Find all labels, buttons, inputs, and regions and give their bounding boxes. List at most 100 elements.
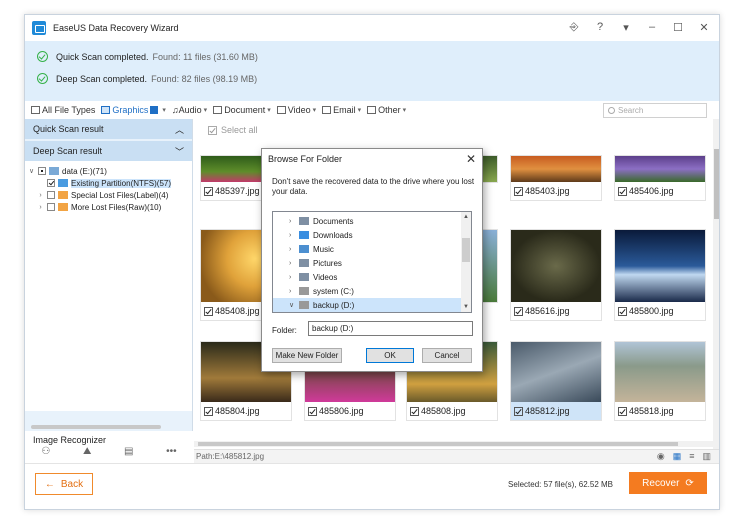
chevron-down-icon[interactable]: ▾	[267, 106, 271, 114]
expand-arrow-icon[interactable]: ›	[36, 192, 45, 199]
expand-arrow-icon[interactable]: ›	[289, 274, 299, 281]
scrollbar-thumb[interactable]	[714, 149, 719, 219]
file-thumbnail[interactable]: 485406.jpg	[614, 155, 706, 201]
back-button[interactable]: ← Back	[35, 473, 93, 495]
grid-horizontal-scrollbar[interactable]	[194, 441, 713, 447]
chevron-down-icon[interactable]: ▾	[204, 106, 208, 114]
title-bar-buttons: ⎆ ? ▾ – ☐ ✕	[567, 19, 711, 35]
file-checkbox[interactable]	[618, 306, 627, 316]
expand-arrow-icon[interactable]: ›	[36, 204, 45, 211]
chevron-down-icon[interactable]: ▾	[162, 106, 166, 114]
file-checkbox[interactable]	[514, 406, 523, 416]
tree-item-special-lost-files[interactable]: › Special Lost Files(Label)(4)	[27, 189, 192, 201]
list-view-icon[interactable]: ≡	[689, 451, 694, 462]
folder-item-videos[interactable]: › Videos	[273, 270, 471, 284]
file-checkbox[interactable]	[514, 306, 523, 316]
file-checkbox[interactable]	[204, 186, 213, 196]
expand-arrow-icon[interactable]: ›	[289, 232, 299, 239]
expand-arrow-icon[interactable]: ›	[289, 246, 299, 253]
scroll-down-icon[interactable]: ▼	[463, 304, 469, 310]
ok-button[interactable]: OK	[366, 348, 414, 363]
chevron-down-icon[interactable]: ▾	[313, 106, 317, 114]
file-checkbox[interactable]	[410, 406, 419, 416]
file-thumbnail[interactable]: 485800.jpg	[614, 229, 706, 321]
person-icon[interactable]: ⚇	[41, 446, 50, 457]
make-new-folder-button[interactable]: Make New Folder	[272, 348, 342, 363]
sign-in-icon[interactable]: ⎆	[567, 19, 581, 35]
scrollbar-thumb[interactable]	[198, 442, 678, 446]
music-note-icon	[299, 245, 309, 253]
sidebar-horizontal-scrollbar[interactable]	[31, 425, 161, 429]
filter-all-file-types[interactable]: All File Types	[31, 105, 95, 115]
landscape-icon[interactable]: ⛰	[83, 446, 91, 457]
tree-item-more-lost-files[interactable]: › More Lost Files(Raw)(10)	[27, 201, 192, 213]
deep-scan-result-header[interactable]: Deep Scan result ﹀	[25, 141, 192, 161]
folder-input[interactable]: backup (D:)	[308, 321, 473, 336]
tree-item-existing-partition[interactable]: Existing Partition(NTFS)(57)	[27, 177, 192, 189]
more-options-icon[interactable]: •••	[166, 446, 177, 457]
tree-checkbox[interactable]	[47, 191, 55, 199]
file-thumbnail-selected[interactable]: 485812.jpg	[510, 341, 602, 421]
close-icon[interactable]: ✕	[697, 19, 711, 35]
filter-video[interactable]: Video ▾	[276, 105, 317, 115]
filter-audio[interactable]: ♫ Audio ▾	[172, 105, 207, 115]
expand-arrow-icon[interactable]: ∨	[27, 167, 36, 175]
file-checkbox[interactable]	[618, 186, 627, 196]
file-checkbox[interactable]	[618, 406, 627, 416]
collapse-arrow-icon[interactable]: ∨	[289, 301, 299, 309]
graphics-checkbox[interactable]	[150, 106, 159, 114]
deep-scan-label: Deep Scan completed.	[56, 73, 148, 84]
chevron-down-icon[interactable]: ﹀	[175, 145, 184, 158]
window-title: EaseUS Data Recovery Wizard	[53, 23, 179, 33]
search-input[interactable]: Search	[603, 103, 707, 118]
folder-item-documents[interactable]: › Documents	[273, 214, 471, 228]
help-icon[interactable]: ?	[593, 19, 607, 35]
file-checkbox[interactable]	[204, 306, 213, 316]
folder-item-music[interactable]: › Music	[273, 242, 471, 256]
file-thumbnail[interactable]: 485818.jpg	[614, 341, 706, 421]
filter-graphics[interactable]: Graphics ▾	[101, 105, 166, 115]
expand-arrow-icon[interactable]: ›	[289, 218, 299, 225]
file-thumbnail[interactable]: 485616.jpg	[510, 229, 602, 321]
thumbnail-view-icon[interactable]: ▦	[673, 451, 682, 462]
select-all-checkbox[interactable]: Select all	[208, 125, 258, 135]
dialog-close-icon[interactable]: ✕	[466, 152, 476, 166]
folder-tree-scrollbar[interactable]: ▲ ▼	[461, 212, 471, 312]
dialog-warning-message: Don't save the recovered data to the dri…	[272, 177, 475, 196]
tree-checkbox[interactable]	[38, 167, 46, 175]
expand-arrow-icon[interactable]: ›	[289, 260, 299, 267]
folder-item-system-c[interactable]: › system (C:)	[273, 284, 471, 298]
chevron-down-icon[interactable]: ▾	[403, 106, 407, 114]
preview-eye-icon[interactable]: ◉	[657, 451, 665, 462]
file-checkbox[interactable]	[308, 406, 317, 416]
tree-checkbox[interactable]	[47, 203, 55, 211]
scroll-up-icon[interactable]: ▲	[463, 214, 469, 220]
minimize-icon[interactable]: –	[645, 19, 659, 35]
thumbnail-image	[511, 342, 601, 402]
filter-document[interactable]: Document ▾	[213, 105, 271, 115]
folder-item-pictures[interactable]: › Pictures	[273, 256, 471, 270]
file-thumbnail[interactable]: 485403.jpg	[510, 155, 602, 201]
menu-icon[interactable]: ▾	[619, 19, 633, 35]
maximize-icon[interactable]: ☐	[671, 19, 685, 35]
folder-item-downloads[interactable]: › Downloads	[273, 228, 471, 242]
filter-email[interactable]: Email ▾	[322, 105, 361, 115]
cancel-button[interactable]: Cancel	[422, 348, 472, 363]
checkbox[interactable]	[208, 125, 217, 135]
tree-checkbox[interactable]	[47, 179, 55, 187]
chevron-up-icon[interactable]: ︿	[175, 123, 184, 136]
make-new-folder-label: Make New Folder	[275, 351, 339, 360]
detail-view-icon[interactable]: ▥	[702, 451, 711, 462]
scrollbar-thumb[interactable]	[462, 238, 470, 262]
expand-arrow-icon[interactable]: ›	[289, 288, 299, 295]
chevron-down-icon[interactable]: ▾	[358, 106, 362, 114]
tree-item-data-drive[interactable]: ∨ data (E:)(71)	[27, 165, 192, 177]
file-checkbox[interactable]	[514, 186, 523, 196]
document-text-icon[interactable]: ▤	[124, 446, 133, 457]
grid-vertical-scrollbar[interactable]	[713, 119, 719, 449]
quick-scan-result-header[interactable]: Quick Scan result ︿	[25, 119, 192, 139]
file-checkbox[interactable]	[204, 406, 213, 416]
recover-button[interactable]: Recover ⟳	[629, 472, 707, 494]
folder-item-backup-d[interactable]: ∨ backup (D:)	[273, 298, 471, 312]
filter-other[interactable]: Other ▾	[367, 105, 406, 115]
